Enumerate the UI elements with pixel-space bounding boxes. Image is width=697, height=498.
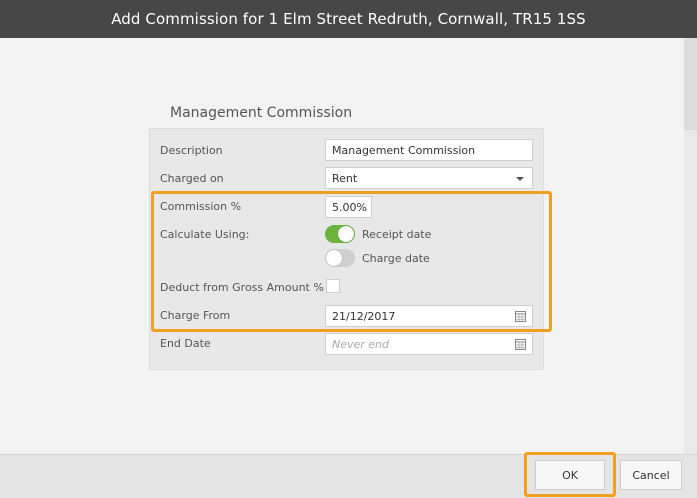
description-input[interactable]: Management Commission [325,139,533,161]
charged-on-label: Charged on [160,172,224,185]
end-date-placeholder: Never end [332,337,390,351]
chevron-down-icon [516,177,524,181]
section-title: Management Commission [170,105,353,121]
highlight-box-commission [151,191,552,332]
highlight-box-ok [524,452,616,497]
cancel-button[interactable]: Cancel [620,460,682,490]
description-label: Description [160,144,223,157]
right-edge-strip-top [684,38,697,130]
description-value: Management Commission [332,143,476,157]
dialog-title: Add Commission for 1 Elm Street Redruth,… [111,10,586,28]
end-date-label: End Date [160,337,211,350]
charged-on-value: Rent [332,171,358,185]
end-date-input[interactable]: Never end [325,333,533,355]
charged-on-select[interactable]: Rent [325,167,533,189]
calendar-icon[interactable] [515,339,526,350]
dialog-title-bar: Add Commission for 1 Elm Street Redruth,… [0,0,697,38]
